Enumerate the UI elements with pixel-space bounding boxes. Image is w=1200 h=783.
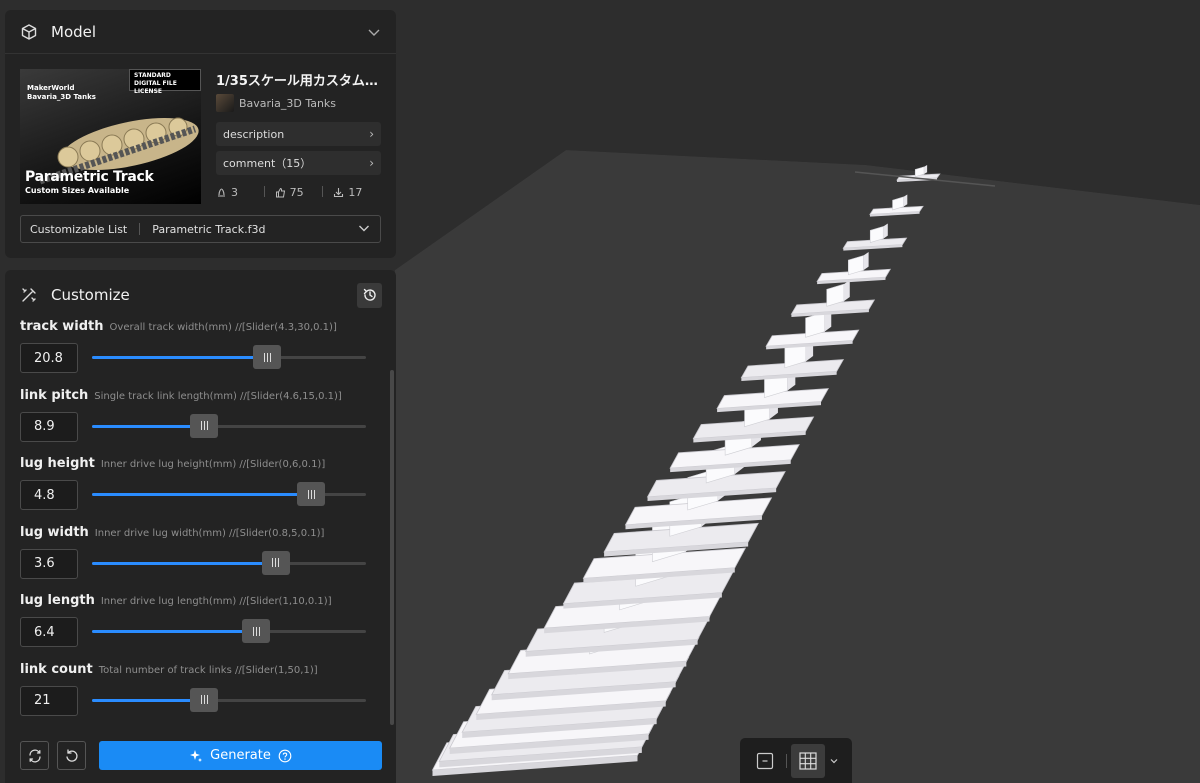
param-name: link pitch Single track link length(mm) /… [20,387,342,403]
chevron-down-icon[interactable] [829,751,839,770]
param-row: lug length Inner drive lug length(mm) //[… [20,593,380,655]
param-slider[interactable] [92,550,366,575]
undo-icon [65,748,78,762]
param-row: lug width Inner drive lug width(mm) //[Sl… [20,525,380,587]
param-slider[interactable] [92,413,366,438]
model-stats: 3 75 17 [216,186,381,199]
model-panel: Model STANDARD DIGITAL FILE LICENSE Make… [5,10,396,258]
param-row: link pitch Single track link length(mm) /… [20,388,380,450]
slider-fill [92,424,205,428]
history-button[interactable] [357,282,382,308]
customize-panel: Customize track width Overall track width… [5,270,396,783]
thumbnail-subline: Custom Sizes Available [25,186,130,195]
author[interactable]: Bavaria_3D Tanks [216,94,336,112]
param-description: Inner drive lug height(mm) //[Slider(0,6… [100,459,326,470]
slider-handle[interactable] [190,687,219,712]
generate-button[interactable]: Generate [99,741,382,770]
grid-icon [799,751,817,770]
param-slider[interactable] [92,687,366,712]
param-slider[interactable] [92,482,366,506]
boost-icon [218,188,225,197]
param-row: track width Overall track width(mm) //[Sl… [20,319,380,381]
slider-handle[interactable] [253,345,282,369]
thumbs-up-icon [275,187,285,198]
slider-fill [92,561,276,565]
thumbnail-headline: Parametric Track [25,169,154,185]
model-thumbnail[interactable]: STANDARD DIGITAL FILE LICENSE MakerWorld… [20,69,201,204]
param-value-input[interactable]: 8.9 [20,411,78,442]
panel-title: Model [51,22,97,41]
param-value-input[interactable]: 3.6 [20,548,78,579]
customizable-list-select[interactable]: Customizable List Parametric Track.f3d [20,215,381,243]
slider-handle[interactable] [242,619,271,643]
param-description: Single track link length(mm) //[Slider(4… [94,390,342,402]
refresh-icon [28,749,41,762]
param-row: link count Total number of track links //… [20,662,380,724]
param-name: lug height Inner drive lug height(mm) //[… [20,456,326,471]
chevron-down-icon[interactable] [366,24,382,40]
panel-title: Customize [51,286,130,304]
slider-fill [92,356,268,359]
list-value: Parametric Track.f3d [152,222,266,236]
scrollbar[interactable] [390,370,394,725]
refresh-button[interactable] [20,741,49,770]
action-bar: Generate [20,741,382,771]
view-toolbar [740,738,852,783]
like-stat[interactable]: 75 [275,186,323,199]
author-name: Bavaria_3D Tanks [239,96,337,110]
slider-fill [92,630,257,633]
param-value-input[interactable]: 20.8 [20,343,78,373]
param-name: link count Total number of track links //… [20,661,318,677]
avatar [216,94,234,112]
generate-label: Generate [210,748,271,763]
customize-icon [19,285,39,305]
param-name: lug length Inner drive lug length(mm) //[… [20,593,332,608]
param-description: Total number of track links //[Slider(1,… [98,664,318,676]
comment-link[interactable]: comment（15） › [216,151,381,175]
cube-icon [19,22,39,42]
help-icon [278,749,292,762]
list-label: Customizable List [30,222,128,236]
boost-stat[interactable]: 3 [216,186,264,199]
parameter-list[interactable]: track width Overall track width(mm) //[Sl… [5,315,396,733]
param-slider[interactable] [92,619,366,643]
slider-handle[interactable] [190,413,219,438]
param-value-input[interactable]: 21 [20,685,78,716]
param-row: lug height Inner drive lug height(mm) //[… [20,456,380,518]
reset-button[interactable] [57,741,86,770]
slider-fill [92,698,205,702]
fit-view-button[interactable] [748,744,782,778]
model-panel-header[interactable]: Model [5,10,396,54]
chevron-right-icon: › [369,156,374,170]
slider-handle[interactable] [297,482,326,506]
model-title[interactable]: 1/35スケール用カスタムパ… [216,70,386,89]
param-description: Inner drive lug length(mm) //[Slider(1,1… [100,596,332,607]
param-name: track width Overall track width(mm) //[Sl… [20,319,337,334]
description-label: description [223,127,285,141]
history-icon [363,288,376,301]
sparkle-icon [190,749,203,762]
param-value-input[interactable]: 6.4 [20,617,78,647]
chevron-down-icon [357,221,371,238]
slider-fill [92,493,312,496]
download-icon [334,188,344,198]
param-slider[interactable] [92,345,366,369]
param-description: Overall track width(mm) //[Slider(4.3,30… [109,322,337,333]
description-link[interactable]: description › [216,122,381,146]
param-description: Inner drive lug width(mm) //[Slider(0.8,… [94,527,325,539]
param-value-input[interactable]: 4.8 [20,480,78,510]
slider-handle[interactable] [261,550,290,575]
download-stat[interactable]: 17 [333,186,381,199]
comment-label: comment（15） [223,157,312,170]
grid-toggle-button[interactable] [791,743,825,778]
fit-view-icon [756,752,774,769]
chevron-right-icon: › [369,127,374,141]
param-name: lug width Inner drive lug width(mm) //[Sl… [20,524,325,540]
customize-panel-header: Customize [5,270,396,320]
